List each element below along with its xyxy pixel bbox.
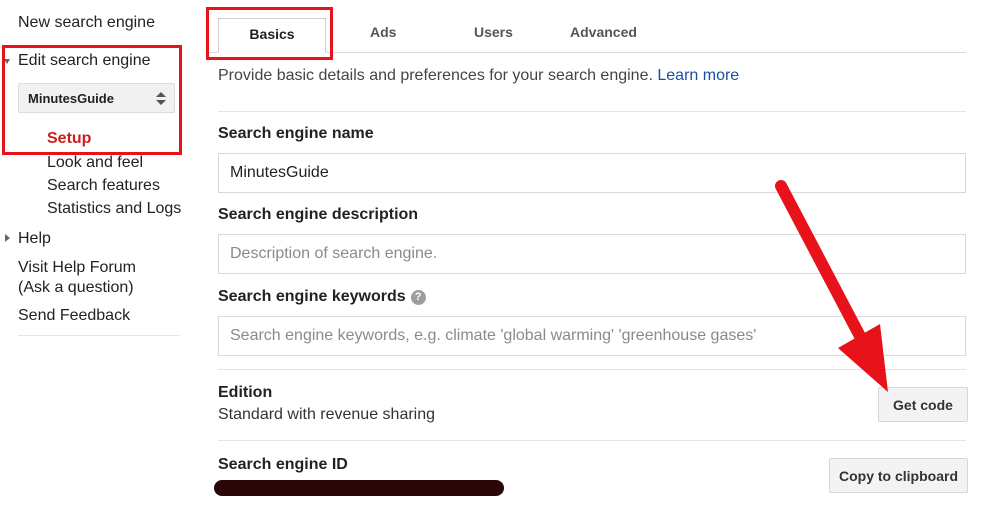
help-icon[interactable]: ? xyxy=(410,290,426,305)
engine-keywords-input[interactable] xyxy=(218,316,966,356)
sidebar-item-look-and-feel[interactable]: Look and feel xyxy=(47,154,143,172)
tab-users[interactable]: Users xyxy=(474,24,513,40)
sidebar-item-statistics-and-logs[interactable]: Statistics and Logs xyxy=(47,200,181,218)
copy-to-clipboard-button[interactable]: Copy to clipboard xyxy=(829,458,968,493)
send-feedback-link[interactable]: Send Feedback xyxy=(18,307,130,325)
new-search-engine-link[interactable]: New search engine xyxy=(18,14,155,32)
section-divider xyxy=(218,111,966,112)
engine-id-label: Search engine ID xyxy=(218,456,348,473)
collapse-triangle-icon xyxy=(5,234,10,242)
learn-more-link[interactable]: Learn more xyxy=(657,67,739,84)
sidebar-divider xyxy=(18,335,180,336)
tab-ads[interactable]: Ads xyxy=(370,24,396,40)
section-divider xyxy=(218,440,966,441)
intro-description: Provide basic details and preferences fo… xyxy=(218,67,653,84)
help-forum-link[interactable]: Visit Help Forum xyxy=(18,259,136,277)
engine-id-redacted xyxy=(214,480,504,496)
engine-name-input[interactable] xyxy=(218,153,966,193)
section-divider xyxy=(218,369,966,370)
engine-description-label: Search engine description xyxy=(218,206,419,223)
engine-description-input[interactable] xyxy=(218,234,966,274)
help-forum-subtext[interactable]: (Ask a question) xyxy=(18,279,134,297)
engine-name-label: Search engine name xyxy=(218,125,374,142)
engine-keywords-label: Search engine keywords? xyxy=(218,288,426,306)
tab-advanced[interactable]: Advanced xyxy=(570,24,637,40)
intro-text: Provide basic details and preferences fo… xyxy=(218,67,739,85)
get-code-button[interactable]: Get code xyxy=(878,387,968,422)
engine-keywords-label-text: Search engine keywords xyxy=(218,288,406,305)
edition-value: Standard with revenue sharing xyxy=(218,406,436,423)
edit-engine-highlight xyxy=(2,45,182,155)
sidebar-item-search-features[interactable]: Search features xyxy=(47,177,160,195)
help-link[interactable]: Help xyxy=(18,230,51,248)
basics-tab-highlight xyxy=(206,7,333,60)
edition-label: Edition xyxy=(218,384,273,401)
